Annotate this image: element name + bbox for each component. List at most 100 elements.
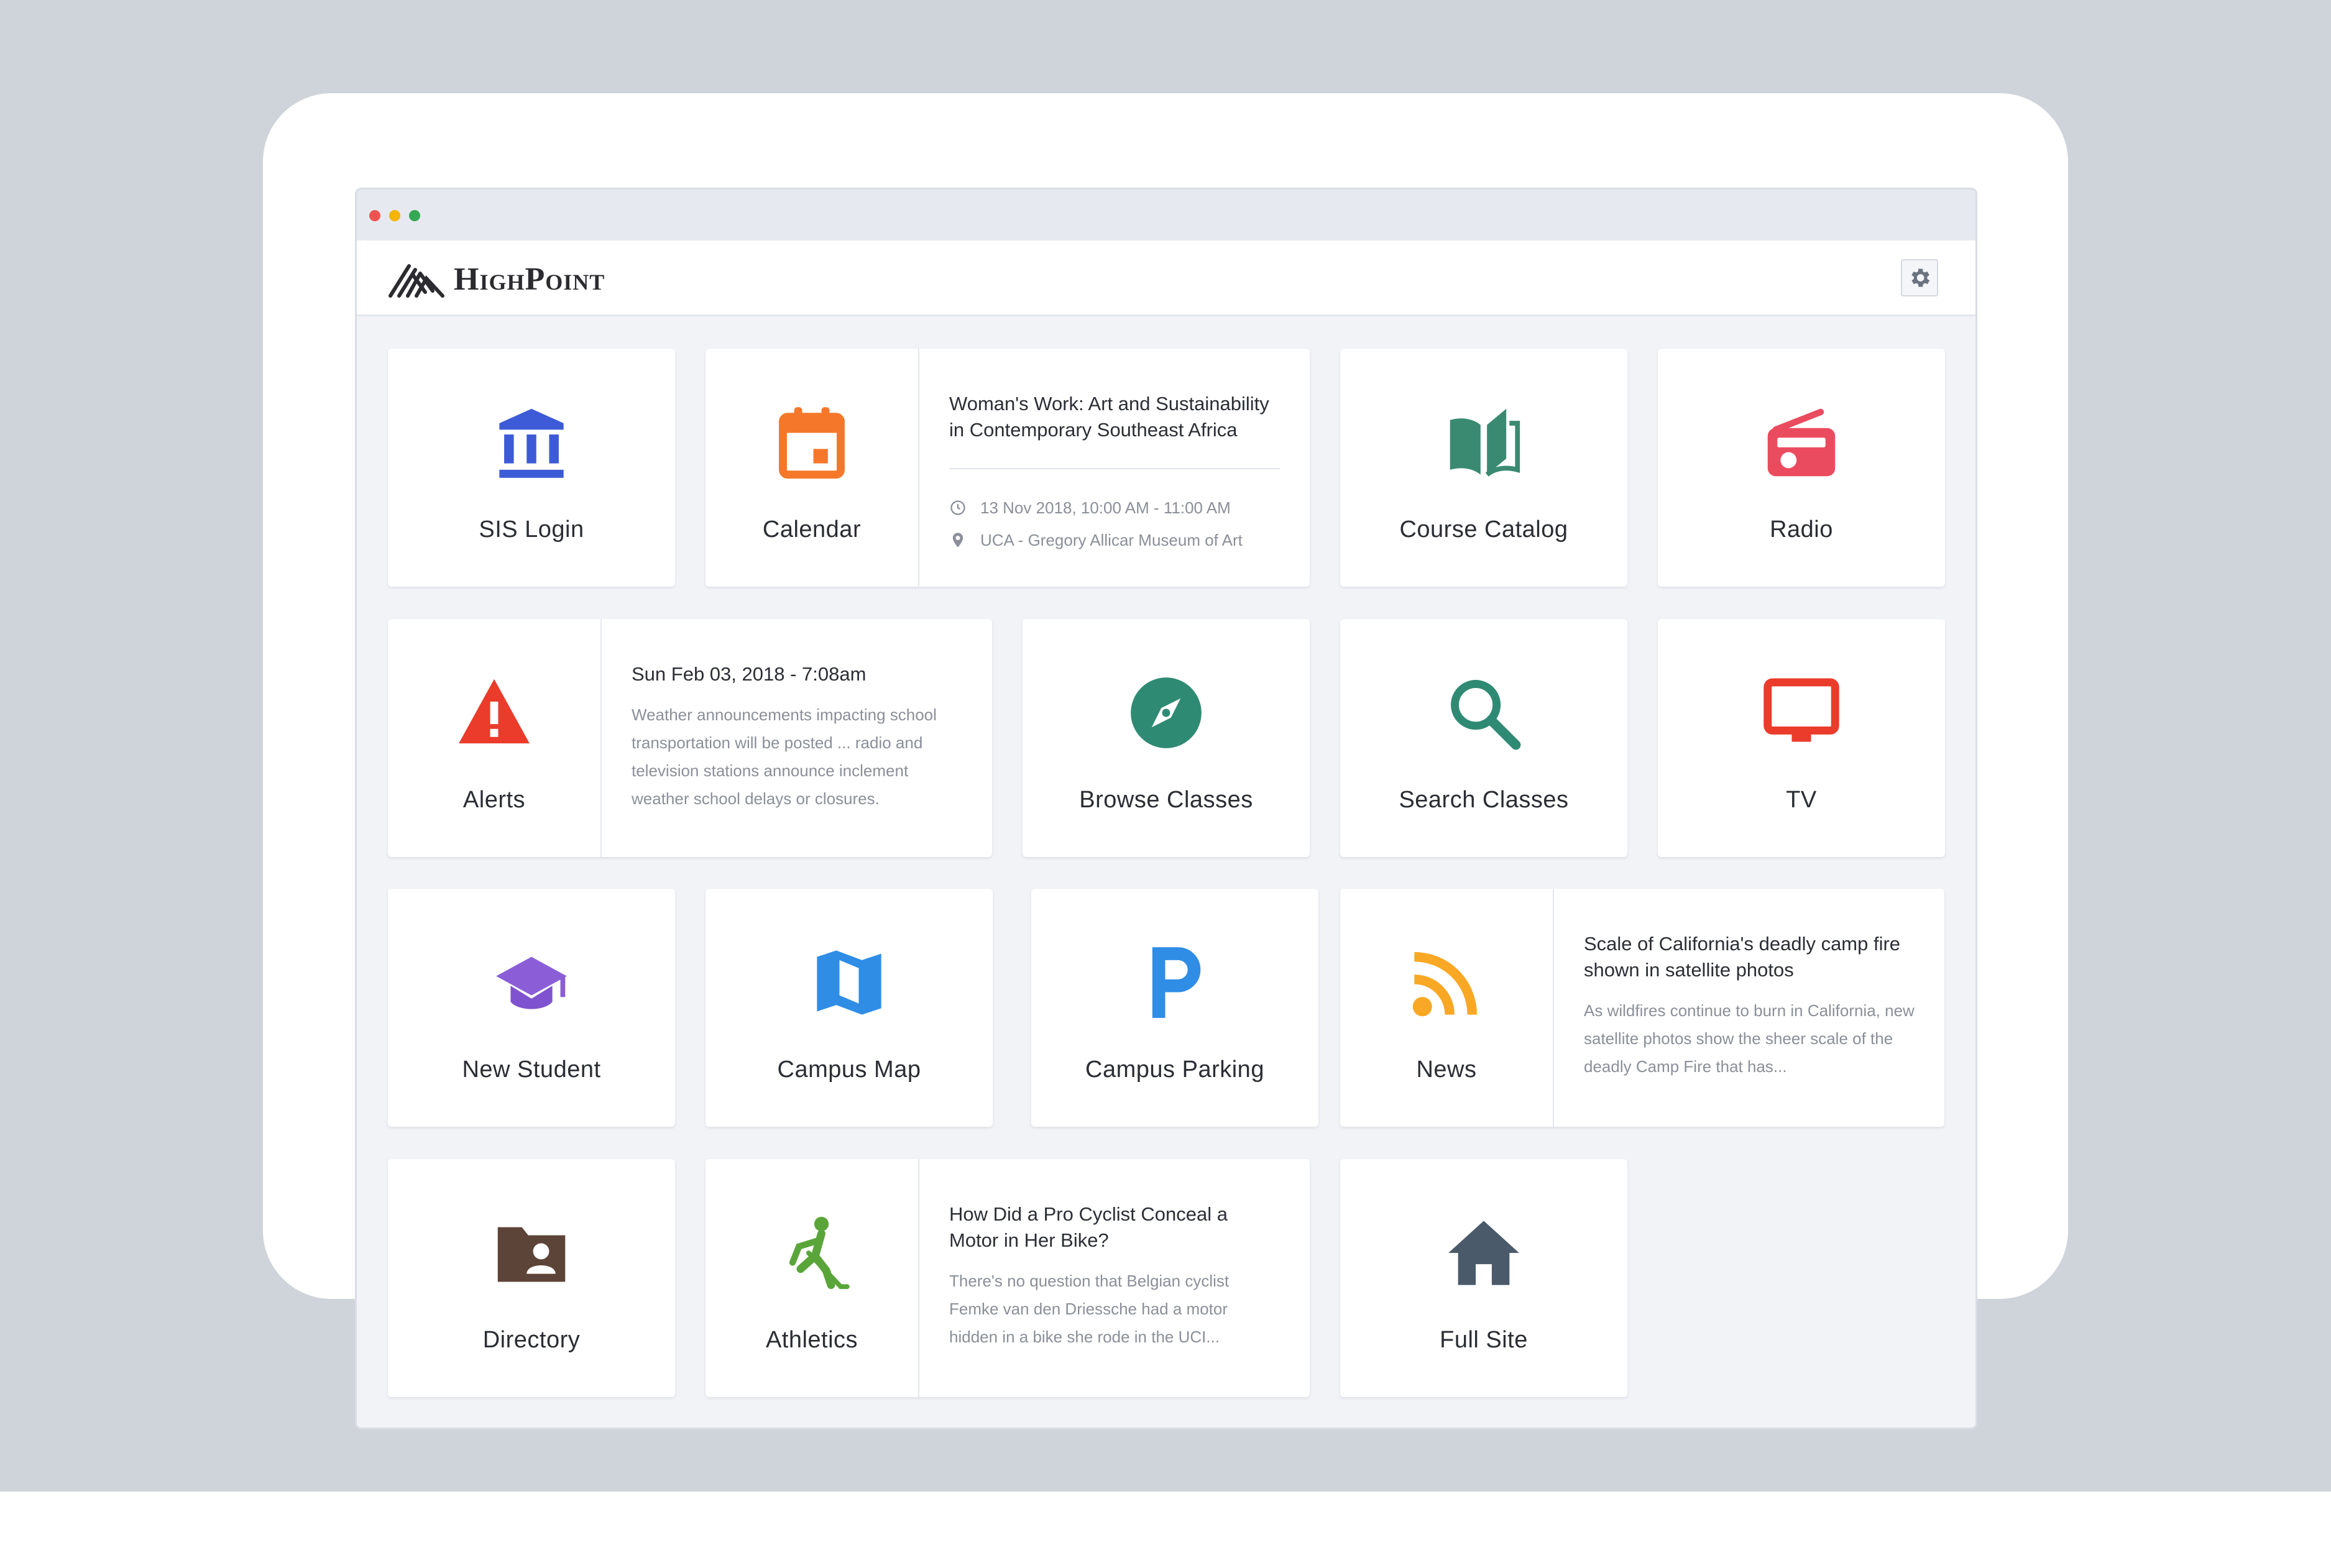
tile-label: News (1416, 1057, 1477, 1083)
tile-icon-area: Course Catalog (1340, 349, 1627, 587)
app-name: HighPoint (454, 261, 605, 297)
tile-icon-area: New Student (388, 889, 675, 1127)
tile-campus-map[interactable]: Campus Map (706, 889, 993, 1127)
highpoint-logo[interactable]: HighPoint (388, 259, 605, 299)
tile-icon-area: Directory (388, 1159, 675, 1397)
gear-icon (1911, 268, 1930, 287)
event-detail[interactable]: Woman's Work: Art and Sustainability in … (949, 391, 1280, 556)
tile-icon-area: Athletics (706, 1159, 919, 1397)
warning-icon (459, 679, 530, 744)
event-location-row: UCA - Gregory Allicar Museum of Art (949, 524, 1280, 556)
tile-label: SIS Login (479, 516, 584, 543)
tile-icon-holder (1023, 672, 1310, 753)
tile-icon-holder (388, 402, 675, 483)
tile-label: Browse Classes (1079, 787, 1253, 813)
graduation-cap-icon (496, 956, 567, 1009)
maximize-window-dot[interactable] (409, 210, 420, 221)
tile-icon-area: Campus Parking (1031, 889, 1318, 1127)
tile-label: Course Catalog (1399, 516, 1568, 543)
hockey-player-icon (789, 1216, 850, 1290)
settings-button[interactable] (1901, 259, 1938, 296)
tile-icon-area: SIS Login (388, 349, 675, 587)
tile-icon-holder (1340, 1213, 1627, 1293)
tile-icon-holder (706, 1213, 918, 1293)
tile-label: Directory (482, 1327, 581, 1353)
home-icon (1448, 1221, 1519, 1285)
tile-calendar[interactable]: Calendar Woman's Work: Art and Sustainab… (706, 349, 1310, 587)
compass-icon (1131, 677, 1202, 748)
tile-tv[interactable]: TV (1658, 619, 1945, 857)
tile-icon-area: Calendar (706, 349, 919, 587)
tile-icon-area: Campus Map (706, 889, 993, 1127)
tile-icon-holder (1340, 402, 1627, 483)
app-header: HighPoint (357, 241, 1975, 316)
bank-icon (499, 408, 564, 478)
tile-radio[interactable]: Radio (1658, 349, 1945, 587)
tile-icon-area: Alerts (388, 619, 602, 857)
tile-icon-area: TV (1658, 619, 1945, 857)
tile-directory[interactable]: Directory (388, 1159, 675, 1397)
tile-athletics[interactable]: Athletics How Did a Pro Cyclist Conceal … (706, 1159, 1310, 1397)
tile-label: New Student (462, 1057, 601, 1083)
tile-course-catalog[interactable]: Course Catalog (1340, 349, 1627, 587)
athletics-detail[interactable]: How Did a Pro Cyclist Conceal a Motor in… (949, 1201, 1280, 1351)
open-book-icon (1450, 408, 1520, 477)
news-title: Scale of California's deadly camp fire s… (1584, 933, 1901, 981)
tile-new-student[interactable]: New Student (388, 889, 675, 1127)
athletics-title: How Did a Pro Cyclist Conceal a Motor in… (949, 1203, 1228, 1251)
minimize-window-dot[interactable] (389, 210, 400, 221)
tile-icon-holder (388, 942, 675, 1023)
tile-icon-area: News (1340, 889, 1554, 1127)
parking-icon (1152, 947, 1201, 1018)
map-icon (817, 950, 881, 1015)
event-time: 13 Nov 2018, 10:00 AM - 11:00 AM (980, 498, 1231, 517)
alert-detail[interactable]: Sun Feb 03, 2018 - 7:08am Weather announ… (632, 661, 962, 813)
close-window-dot[interactable] (369, 210, 380, 221)
tile-label: Alerts (462, 787, 526, 813)
tile-label: Campus Map (777, 1057, 921, 1083)
athletics-text: There's no question that Belgian cyclist… (949, 1272, 1230, 1346)
divider (949, 468, 1280, 469)
tile-label: Athletics (765, 1327, 858, 1353)
search-icon (1451, 680, 1521, 750)
tile-icon-area: Search Classes (1340, 619, 1627, 857)
tile-icon-holder (388, 672, 600, 753)
tile-alerts[interactable]: Alerts Sun Feb 03, 2018 - 7:08am Weather… (388, 619, 992, 857)
tile-label: Campus Parking (1085, 1057, 1264, 1083)
event-title: Woman's Work: Art and Sustainability in … (949, 393, 1269, 441)
mountain-logo-icon (388, 264, 444, 298)
tile-icon-holder (1340, 942, 1553, 1023)
tile-label: Full Site (1440, 1327, 1528, 1353)
tile-icon-area: Full Site (1340, 1159, 1627, 1397)
tile-icon-holder (1031, 942, 1318, 1023)
tile-icon-holder (1658, 672, 1945, 753)
tile-icon-holder (706, 942, 993, 1023)
tile-label: TV (1786, 787, 1817, 813)
tile-full-site[interactable]: Full Site (1340, 1159, 1627, 1397)
browser-chrome (357, 190, 1975, 241)
tile-icon-holder (1658, 402, 1945, 483)
alert-date: Sun Feb 03, 2018 - 7:08am (632, 663, 867, 685)
tile-news[interactable]: News Scale of California's deadly camp f… (1340, 889, 1944, 1127)
tile-icon-holder (706, 402, 918, 483)
clock-icon (950, 500, 965, 515)
tile-icon-holder (388, 1213, 675, 1293)
location-pin-icon (952, 533, 963, 548)
calendar-icon (779, 407, 845, 479)
tile-label: Calendar (762, 516, 862, 543)
news-text: As wildfires continue to burn in Califor… (1584, 1001, 1915, 1076)
radio-icon (1767, 408, 1836, 477)
browser-window: HighPoint SIS Login Calendar Woman's Wor… (355, 188, 1977, 1429)
tile-label: Search Classes (1399, 787, 1569, 813)
tile-sis-login[interactable]: SIS Login (388, 349, 675, 587)
contact-folder-icon (497, 1227, 566, 1282)
tile-icon-area: Radio (1658, 349, 1945, 587)
rss-icon (1412, 951, 1478, 1017)
event-location: UCA - Gregory Allicar Museum of Art (980, 530, 1243, 549)
news-detail[interactable]: Scale of California's deadly camp fire s… (1584, 931, 1915, 1081)
tile-icon-holder (1340, 672, 1627, 753)
tile-campus-parking[interactable]: Campus Parking (1031, 889, 1318, 1127)
tile-search-classes[interactable]: Search Classes (1340, 619, 1627, 857)
tile-browse-classes[interactable]: Browse Classes (1023, 619, 1310, 857)
tile-label: Radio (1770, 516, 1833, 543)
